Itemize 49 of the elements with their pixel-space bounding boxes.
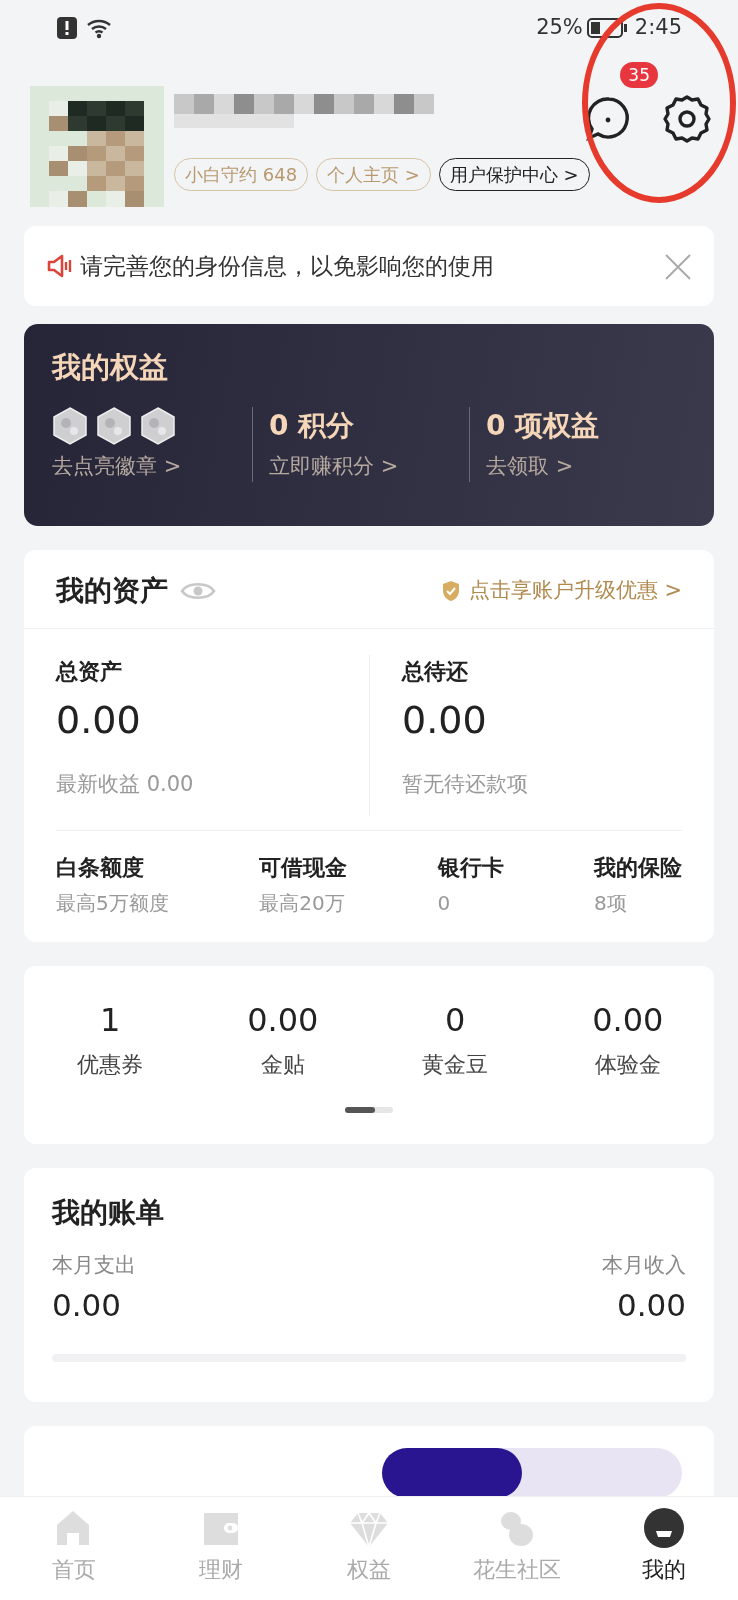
total-label: 总待还 [402, 657, 469, 686]
badge-icon [140, 406, 176, 445]
asset-label[interactable]: 我的保险 [594, 851, 682, 885]
battery-percent: 25% [536, 14, 583, 42]
income-value: 0.00 [615, 1285, 686, 1325]
count-value: 1 [99, 1000, 122, 1042]
count-label[interactable]: 黄金豆 [369, 1048, 542, 1082]
count-value: 0.00 [246, 1000, 320, 1042]
asset-value: 8项 [594, 890, 628, 918]
shield-icon [440, 579, 461, 602]
message-count: 35 [620, 62, 658, 88]
asset-value: 最高20万 [259, 890, 346, 918]
benefit-link[interactable]: 去点亮徽章 > [52, 450, 252, 483]
asset-label[interactable]: 白条额度 [56, 851, 169, 885]
asset-label[interactable]: 银行卡 [437, 851, 504, 885]
face-icon [643, 1507, 686, 1549]
income-label: 本月收入 [602, 1252, 686, 1280]
battery-icon [586, 17, 629, 39]
expense-value: 0.00 [52, 1285, 123, 1325]
settings-button[interactable] [660, 92, 714, 146]
bill-title: 我的账单 [52, 1195, 165, 1232]
tab-item[interactable]: 我的 [590, 1497, 738, 1600]
speaker-icon [46, 254, 72, 278]
asset-label[interactable]: 可借现金 [259, 851, 348, 885]
count-value: 0 [444, 1000, 467, 1042]
benefit-link[interactable]: 立即赚积分 > [269, 450, 469, 483]
total-value: 0.00 [56, 696, 142, 744]
notice-text: 请完善您的身份信息，以免影响您的使用 [80, 251, 495, 281]
alert-icon [56, 16, 78, 40]
total-value: 0.00 [402, 696, 488, 744]
badge-icon [96, 406, 132, 445]
total-label: 总资产 [56, 657, 123, 686]
asset-value: 最高5万额度 [56, 890, 169, 918]
asset-value: 0 [437, 890, 452, 918]
total-note: 最新收益 0.00 [56, 770, 195, 798]
count-label[interactable]: 优惠券 [24, 1048, 197, 1082]
count-label[interactable]: 金贴 [196, 1048, 369, 1082]
total-note: 暂无待还款项 [402, 770, 529, 798]
badge-icon [52, 406, 88, 445]
assets-title: 我的资产 [56, 574, 168, 608]
benefits-title: 我的权益 [52, 350, 169, 385]
benefit-link[interactable]: 去领取 > [486, 450, 686, 483]
benefit-value: 0 项权益 [486, 407, 601, 444]
expense-label: 本月支出 [52, 1252, 136, 1280]
count-label[interactable]: 体验金 [541, 1048, 714, 1082]
count-value: 0.00 [591, 1000, 665, 1042]
page-indicator [345, 1107, 393, 1114]
status-time: 2:45 [634, 14, 682, 42]
benefit-value: 0 积分 [269, 407, 356, 444]
